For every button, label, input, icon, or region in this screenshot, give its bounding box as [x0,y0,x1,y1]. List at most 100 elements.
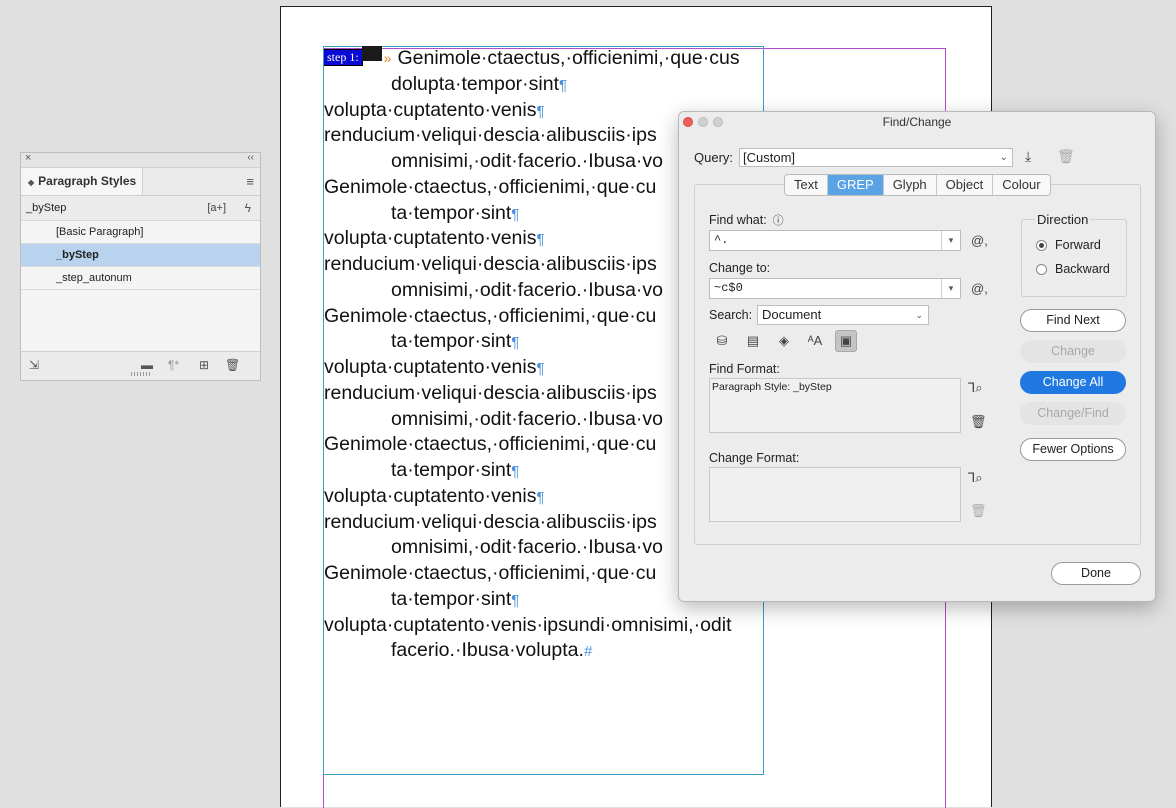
panel-footer: ⇲ ▬ ¶* ⊞ 🗑 [21,351,260,378]
tab-glyph[interactable]: Glyph [884,175,937,195]
current-style-row: _byStep [a+] ϟ [21,196,260,220]
style-list-item[interactable]: _step_autonum [21,267,260,290]
find-what-field[interactable]: ^. ▾ [709,230,961,251]
style-list-item[interactable]: _byStep [21,244,260,267]
find-what-label: Find what: ⓘ [709,213,784,227]
close-icon[interactable]: × [25,152,31,164]
tab-grep[interactable]: GREP [827,175,884,195]
story-line-text: ta·tempor·sint [391,587,512,610]
query-label: Query: [694,150,734,165]
special-characters-find-icon[interactable]: @, [971,233,988,248]
done-button[interactable]: Done [1051,562,1141,585]
include-master-pages-icon[interactable]: ᴬA [804,330,826,352]
forward-label: Forward [1055,238,1101,252]
story-line-text: omnisimi,·odit·facerio.·Ibusa·vo [391,407,664,430]
change-to-label: Change to: [709,261,771,275]
clear-overrides-icon[interactable]: ¶* [168,358,179,372]
current-style-name: _byStep [26,202,67,214]
specify-find-format-icon[interactable]: Ꞁ⌕ [968,380,983,396]
story-line-text: omnisimi,·odit·facerio.·Ibusa·vo [391,278,664,301]
story-line-text: ta·tempor·sint [391,330,512,353]
find-format-value: Paragraph Style: _byStep [712,381,832,393]
chevron-down-icon: ⌄ [915,310,923,320]
tab-text[interactable]: Text [785,175,828,195]
story-line-text: Genimole·ctaectus,·officienimi,·que·cus [397,47,740,69]
include-footnotes-icon[interactable]: ▣ [835,330,857,352]
clear-change-format-icon[interactable]: 🗑 [970,503,987,519]
paragraph-mark: ¶ [511,334,520,352]
story-line-text: omnisimi,·odit·facerio.·Ibusa·vo [391,536,664,559]
minimize-window-button[interactable] [698,117,708,127]
close-window-button[interactable] [683,117,693,127]
direction-group [1021,219,1127,297]
find-change-dialog: Find/Change Query: [Custom] ⌄ ⤓ 🗑 Text GR… [678,111,1156,602]
change-format-label: Change Format: [709,451,800,465]
change-find-button[interactable]: Change/Find [1020,402,1126,425]
resize-grip[interactable] [131,372,151,376]
backward-label: Backward [1055,262,1110,276]
story-line: facerio.·Ibusa·volupta.# [324,638,784,664]
special-characters-change-icon[interactable]: @, [971,281,988,296]
step-number-tag: step 1: [324,49,363,66]
style-list: [Basic Paragraph] _byStep _step_autonum [21,220,260,351]
radio-button[interactable] [1036,240,1047,251]
find-what-value: ^. [714,233,729,247]
zoom-window-button[interactable] [713,117,723,127]
forward-radio[interactable]: Forward [1036,238,1101,252]
trash-icon[interactable]: 🗑 [225,358,240,372]
delete-query-icon[interactable]: 🗑 [1057,148,1075,165]
collapse-icon[interactable]: ‹‹ [247,152,254,163]
tab-object[interactable]: Object [937,175,994,195]
include-hidden-layers-icon[interactable]: ◈ [773,330,795,352]
story-line-text: facerio.·Ibusa·volupta. [391,639,584,662]
change-button[interactable]: Change [1020,340,1126,363]
panel-menu-icon[interactable]: ≡ [246,174,254,189]
story-line-text: renducium·veliqui·descia·alibusciis·ips [324,381,657,404]
search-label: Search: [709,308,753,322]
include-locked-layers-icon[interactable]: ⛁ [711,330,733,352]
change-format-box[interactable] [709,467,961,522]
tab-marker-icon: » [383,50,392,66]
paragraph-mark: ¶ [536,360,545,377]
find-format-box[interactable]: Paragraph Style: _byStep [709,378,961,433]
story-line-text: ta·tempor·sint [391,459,512,481]
create-style-button[interactable]: [a+] [207,196,226,220]
search-scope-select[interactable]: Document ⌄ [757,305,929,325]
change-all-button[interactable]: Change All [1020,371,1126,394]
story-line-text: renducium·veliqui·descia·alibusciis·ips [324,253,657,275]
change-to-field[interactable]: ~c$0 ▾ [709,278,961,299]
info-icon[interactable]: ⓘ [773,215,784,227]
story-line-text: Genimole·ctaectus,·officienimi,·que·cu [324,304,657,327]
dialog-title: Find/Change [882,115,952,129]
panel-title-bar: × ‹‹ [21,152,260,168]
paragraph-mark: ¶ [536,488,545,506]
style-list-item[interactable]: [Basic Paragraph] [21,221,260,244]
radio-button[interactable] [1036,264,1047,275]
load-styles-icon[interactable]: ⇲ [29,358,39,372]
new-style-icon[interactable]: ⊞ [199,358,209,372]
chevron-down-icon: ⌄ [999,152,1008,163]
query-select[interactable]: [Custom] ⌄ [739,148,1013,167]
story-line-text: renducium·veliqui·descia·alibusciis·ips [324,124,657,147]
save-query-icon[interactable]: ⤓ [1025,148,1031,165]
backward-radio[interactable]: Backward [1036,262,1110,276]
tab-colour[interactable]: Colour [993,175,1049,195]
direction-label: Direction [1035,212,1091,227]
story-line-text: omnisimi,·odit·facerio.·Ibusa·vo [391,150,664,172]
fewer-options-button[interactable]: Fewer Options [1020,438,1126,461]
tab-paragraph-styles[interactable]: ◆ Paragraph Styles [21,168,143,195]
find-next-button[interactable]: Find Next [1020,309,1126,332]
dialog-title-bar: Find/Change [679,112,1155,132]
story-line: volupta·cuptatento·venis·ipsundi·omnisim… [324,613,784,639]
specify-change-format-icon[interactable]: Ꞁ⌕ [968,470,983,486]
story-line-text: volupta·cuptatento·venis [324,484,537,507]
story-line-text: ta·tempor·sint [391,201,512,224]
folder-icon[interactable]: ▬ [141,358,153,372]
panel-tab-label: Paragraph Styles [38,174,137,188]
quick-apply-icon[interactable]: ϟ [245,196,251,220]
chevron-down-icon[interactable]: ▾ [941,279,960,298]
story-line: step 1: » Genimole·ctaectus,·officienimi,·… [324,46,784,72]
include-locked-stories-icon[interactable]: ▤ [742,330,764,352]
chevron-down-icon[interactable]: ▾ [941,231,960,250]
clear-find-format-icon[interactable]: 🗑 [970,414,987,430]
